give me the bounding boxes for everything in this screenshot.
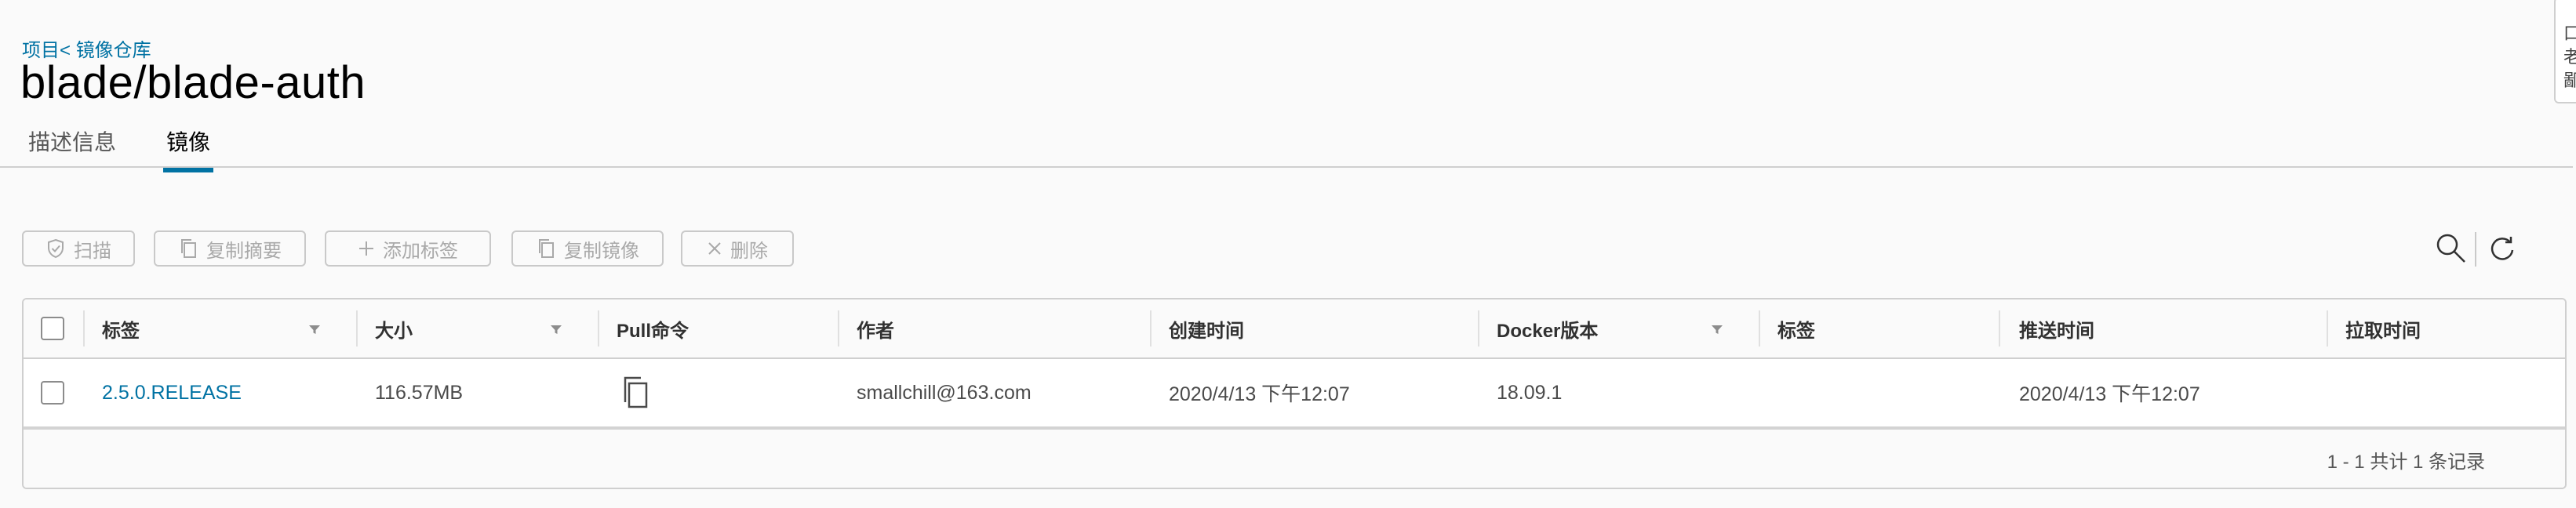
column-header-created[interactable]: 创建时间 [1169,299,1244,357]
filter-icon[interactable] [307,322,322,336]
column-header-tag[interactable]: 标签 [102,299,140,357]
close-icon [708,242,721,255]
page-title: blade/blade-auth [20,57,366,108]
docker-version-cell: 18.09.1 [1497,381,1563,404]
side-panel[interactable]: 口 老 鄙 [2554,0,2576,103]
filter-icon[interactable] [549,322,563,336]
created-time-cell: 2020/4/13 下午12:07 [1169,383,1350,405]
tab-bar: 描述信息 镜像 [0,118,2573,172]
side-panel-line: 口 [2563,22,2576,45]
table-header: 标签 大小 Pull命令 作者 创建时间 Docker版本 标签 推送时间 拉取… [24,299,2565,359]
column-separator [1150,310,1152,347]
copy-digest-button[interactable]: 复制摘要 [154,230,306,267]
column-header-pushed[interactable]: 推送时间 [2019,299,2094,357]
add-label-button[interactable]: 添加标签 [325,230,491,267]
tab-images[interactable]: 镜像 [163,125,214,172]
column-separator [1478,310,1479,347]
images-datagrid: 标签 大小 Pull命令 作者 创建时间 Docker版本 标签 推送时间 拉取… [22,298,2567,489]
side-panel-line: 老 [2563,45,2576,69]
column-separator [356,310,358,347]
pull-command-cell [620,359,651,426]
column-separator [1759,310,1760,347]
table-row[interactable]: 2.5.0.RELEASE 116.57MB smallchill@163.co… [24,359,2565,430]
tab-description[interactable]: 描述信息 [28,125,116,168]
copy-digest-button-label: 复制摘要 [206,240,282,262]
column-header-size[interactable]: 大小 [375,299,413,357]
tag-link[interactable]: 2.5.0.RELEASE [102,359,242,426]
column-separator [1999,310,2000,347]
column-header-docker-version[interactable]: Docker版本 [1497,299,1598,357]
author-cell: smallchill@163.com [857,381,1031,404]
column-separator [838,310,839,347]
pushed-time-cell: 2020/4/13 下午12:07 [2019,383,2200,405]
scan-button[interactable]: 扫描 [22,230,135,267]
row-select-checkbox[interactable] [41,381,64,405]
toolbar-divider [2475,232,2476,267]
copy-icon[interactable] [620,374,651,412]
copy-icon [539,239,554,258]
scan-button-label: 扫描 [74,240,111,262]
column-header-author[interactable]: 作者 [857,299,894,357]
copy-image-button-label: 复制镜像 [564,240,639,262]
pagination-summary: 1 - 1 共计 1 条记录 [2327,451,2485,473]
delete-button[interactable]: 删除 [681,230,794,267]
size-cell: 116.57MB [375,381,464,404]
table-footer: 1 - 1 共计 1 条记录 [24,430,2565,488]
select-all-checkbox[interactable] [41,317,64,340]
copy-icon [181,239,196,258]
plus-icon [359,241,373,256]
side-panel-line: 鄙 [2563,69,2576,93]
column-separator [83,310,85,347]
column-header-pull-command[interactable]: Pull命令 [617,299,689,357]
column-separator [598,310,599,347]
delete-button-label: 删除 [730,240,768,262]
column-header-labels[interactable]: 标签 [1777,299,1815,357]
shield-check-icon [48,238,64,259]
column-header-pulled[interactable]: 拉取时间 [2345,299,2421,357]
search-icon[interactable] [2435,232,2468,269]
side-panel-line [2563,0,2576,22]
copy-image-button[interactable]: 复制镜像 [511,230,664,267]
column-separator [2327,310,2328,347]
add-label-button-label: 添加标签 [383,240,458,262]
refresh-icon[interactable] [2487,233,2518,268]
filter-icon[interactable] [1710,322,1724,336]
